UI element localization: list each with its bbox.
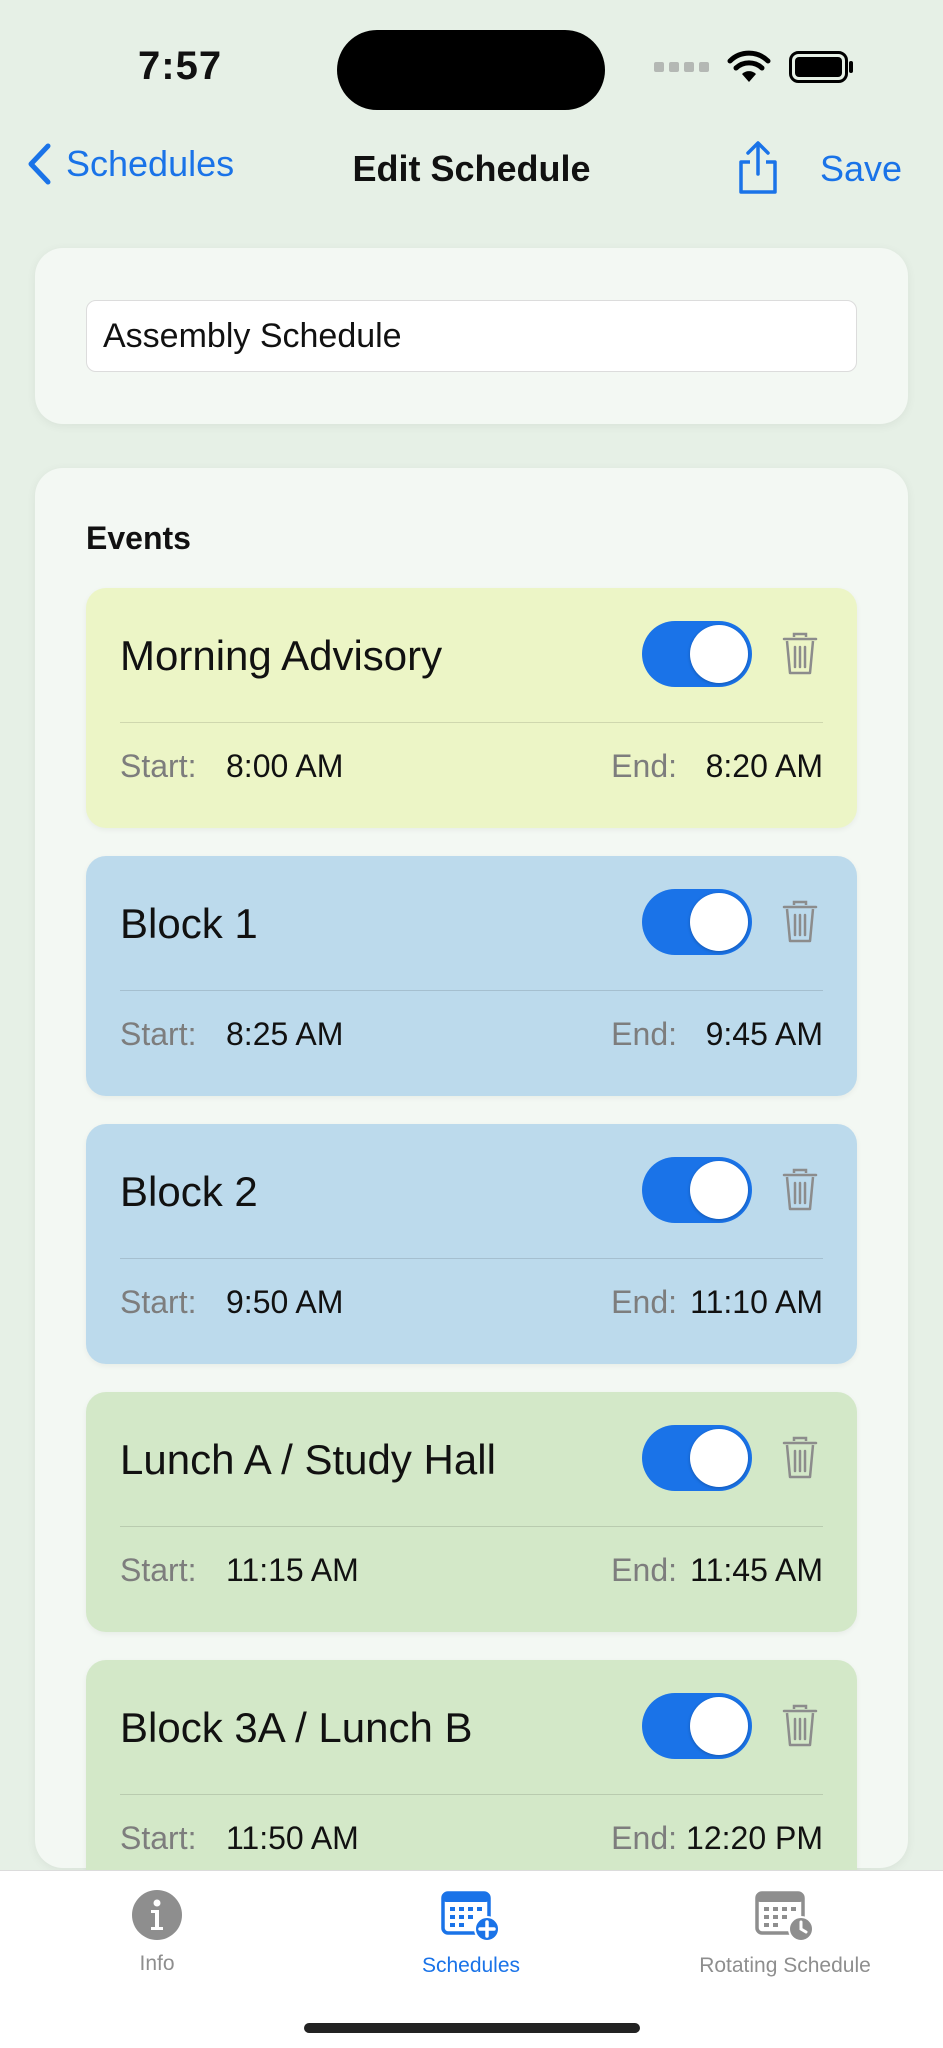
toggle-knob [690,625,748,683]
event-enabled-toggle[interactable] [642,621,752,687]
divider [120,990,823,991]
tab-rotating-schedule-label: Rotating Schedule [699,1954,871,1977]
delete-event-button[interactable] [782,1704,818,1753]
status-bar: 7:57 [0,0,943,140]
schedule-name-input[interactable] [86,300,857,372]
event-name: Block 2 [120,1168,258,1215]
status-icons [654,50,855,84]
start-label: Start: [120,1820,197,1856]
divider [120,1794,823,1795]
events-card: Events Morning Advisory Start: 8:00 AM E… [35,468,908,1900]
schedule-name-card [35,248,908,424]
end-time-picker[interactable]: 8:20 AM [706,748,823,785]
end-time-picker[interactable]: 11:10 AM [690,1284,823,1321]
start-label: Start: [120,748,197,784]
divider [120,1258,823,1259]
toggle-knob [690,1697,748,1755]
start-time-picker[interactable]: 11:50 AM [226,1820,359,1857]
tab-rotating-schedule[interactable]: Rotating Schedule [628,1889,942,1978]
event-enabled-toggle[interactable] [642,1157,752,1223]
event-enabled-toggle[interactable] [642,1693,752,1759]
event-name: Block 3A / Lunch B [120,1704,473,1751]
tab-info[interactable]: Info [0,1889,314,1976]
events-section-title: Events [86,520,191,556]
divider [120,722,823,723]
end-time-picker[interactable]: 11:45 AM [690,1552,823,1589]
wifi-icon [727,50,771,82]
event-name: Morning Advisory [120,632,443,679]
delete-event-button[interactable] [782,1436,818,1485]
start-label: Start: [120,1552,197,1588]
start-label: Start: [120,1016,197,1052]
start-label: Start: [120,1284,197,1320]
save-button[interactable]: Save [820,148,902,190]
end-label: End: [611,748,677,784]
info-icon [132,1890,182,1940]
toggle-knob [690,1161,748,1219]
event-name: Lunch A / Study Hall [120,1436,496,1483]
navigation-bar: Schedules Edit Schedule Save [0,140,943,240]
tab-schedules[interactable]: Schedules [314,1889,628,1978]
trash-icon [782,632,818,675]
event-row: Block 3A / Lunch B Start: 11:50 AM End: … [86,1660,857,1900]
end-label: End: [611,1820,677,1856]
divider [120,1526,823,1527]
trash-icon [782,1168,818,1211]
calendar-add-icon [441,1891,500,1942]
event-name: Block 1 [120,900,258,947]
end-label: End: [611,1284,677,1320]
share-icon [739,141,777,194]
event-row: Morning Advisory Start: 8:00 AM End: 8:2… [86,588,857,828]
share-button[interactable] [736,140,780,201]
event-enabled-toggle[interactable] [642,889,752,955]
status-time: 7:57 [138,44,223,88]
start-time-picker[interactable]: 11:15 AM [226,1552,359,1589]
event-row: Block 1 Start: 8:25 AM End: 9:45 AM [86,856,857,1096]
calendar-clock-icon [755,1891,814,1942]
event-row: Lunch A / Study Hall Start: 11:15 AM End… [86,1392,857,1632]
toggle-knob [690,893,748,951]
cellular-signal-icon [654,62,709,72]
tab-info-label: Info [139,1952,175,1975]
start-time-picker[interactable]: 9:50 AM [226,1284,343,1321]
end-time-picker[interactable]: 12:20 PM [686,1820,823,1857]
end-time-picker[interactable]: 9:45 AM [706,1016,823,1053]
event-enabled-toggle[interactable] [642,1425,752,1491]
delete-event-button[interactable] [782,632,818,681]
toggle-knob [690,1429,748,1487]
trash-icon [782,1704,818,1747]
tab-schedules-label: Schedules [421,1954,521,1977]
trash-icon [782,900,818,943]
page-title: Edit Schedule [352,148,591,189]
trash-icon [782,1436,818,1479]
start-time-picker[interactable]: 8:00 AM [226,748,343,785]
dynamic-island [337,30,605,110]
event-row: Block 2 Start: 9:50 AM End: 11:10 AM [86,1124,857,1364]
delete-event-button[interactable] [782,1168,818,1217]
start-time-picker[interactable]: 8:25 AM [226,1016,343,1053]
end-label: End: [611,1016,677,1052]
end-label: End: [611,1552,677,1588]
battery-icon [789,51,853,83]
tab-bar: Info Schedules Rotating Schedule [0,1870,943,2048]
home-indicator [304,2023,640,2033]
delete-event-button[interactable] [782,900,818,949]
